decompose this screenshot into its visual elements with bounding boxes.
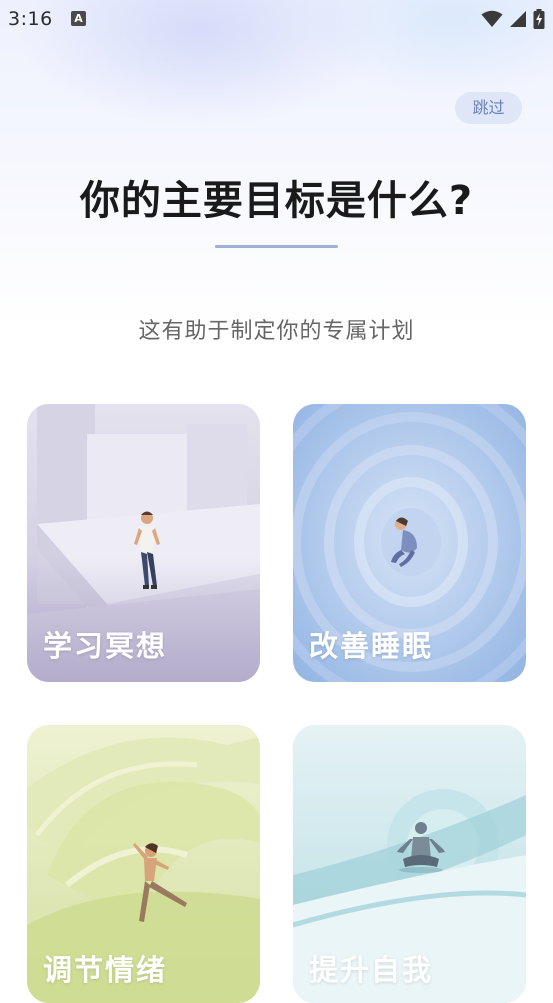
- battery-charging-icon: [533, 9, 545, 29]
- goal-card-meditation[interactable]: 学习冥想: [27, 404, 260, 682]
- goal-label: 提升自我: [309, 953, 434, 987]
- subtitle: 这有助于制定你的专属计划: [138, 319, 415, 344]
- goal-label: 学习冥想: [43, 629, 168, 663]
- goal-card-emotion[interactable]: 调节情绪: [27, 725, 260, 1003]
- goal-label: 调节情绪: [43, 953, 168, 987]
- signal-icon: [510, 11, 526, 27]
- status-icons: [481, 9, 545, 29]
- skip-button[interactable]: 跳过: [455, 92, 522, 124]
- wifi-icon: [481, 10, 503, 27]
- page-title: 你的主要目标是什么?: [79, 178, 474, 224]
- status-bar: 3:16 A: [0, 0, 553, 38]
- header-background: [0, 0, 553, 330]
- title-underline: [215, 245, 338, 248]
- goal-label: 改善睡眠: [309, 629, 434, 663]
- goal-card-self-improvement[interactable]: 提升自我: [293, 725, 526, 1003]
- goal-card-sleep[interactable]: 改善睡眠: [293, 404, 526, 682]
- status-time: 3:16: [8, 8, 53, 30]
- notification-a-icon: A: [71, 11, 86, 26]
